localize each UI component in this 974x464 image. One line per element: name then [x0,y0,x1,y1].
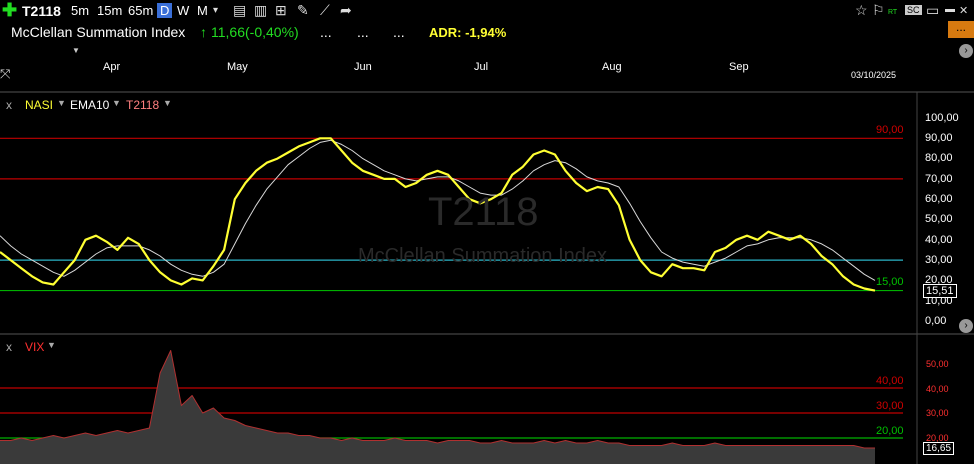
nasi-label[interactable]: NASI [25,98,53,112]
main-panel-close[interactable]: x [6,98,12,112]
y-tick: 80,00 [925,152,953,164]
vix-area [0,350,875,464]
vix-y-tick: 50,00 [926,359,949,369]
t2118-label[interactable]: T2118 [126,98,159,112]
scroll-right-icon[interactable]: › [959,319,973,333]
vix-y-tick: 40,00 [926,384,949,394]
watermark-name: McClellan Summation Index [358,245,607,267]
vix-level-20-label: 20,00 [876,425,904,437]
vix-level-30-label: 30,00 [876,400,904,412]
chevron-down-icon[interactable]: ▼ [47,340,56,350]
last-value-badge: 15,51 [923,284,957,298]
vix-y-tick: 30,00 [926,408,949,418]
y-tick: 90,00 [925,132,953,144]
vix-label[interactable]: VIX [25,340,44,354]
y-tick: 30,00 [925,254,953,266]
level-90-label: 90,00 [876,124,904,136]
y-tick: 50,00 [925,213,953,225]
vix-panel-close[interactable]: x [6,340,12,354]
y-tick: 100,00 [925,112,959,124]
watermark-symbol: T2118 [428,190,539,234]
ema10-label[interactable]: EMA10 [70,98,109,112]
vix-level-40-label: 40,00 [876,375,904,387]
vix-last-value-badge: 16,65 [923,442,955,455]
y-tick: 40,00 [925,234,953,246]
y-tick: 0,00 [925,315,947,327]
level-15-label: 15,00 [876,276,904,288]
y-tick: 70,00 [925,173,953,185]
y-tick: 60,00 [925,193,953,205]
chevron-down-icon[interactable]: ▼ [57,98,66,108]
chevron-down-icon[interactable]: ▼ [112,98,121,108]
chevron-down-icon[interactable]: ▼ [163,98,172,108]
